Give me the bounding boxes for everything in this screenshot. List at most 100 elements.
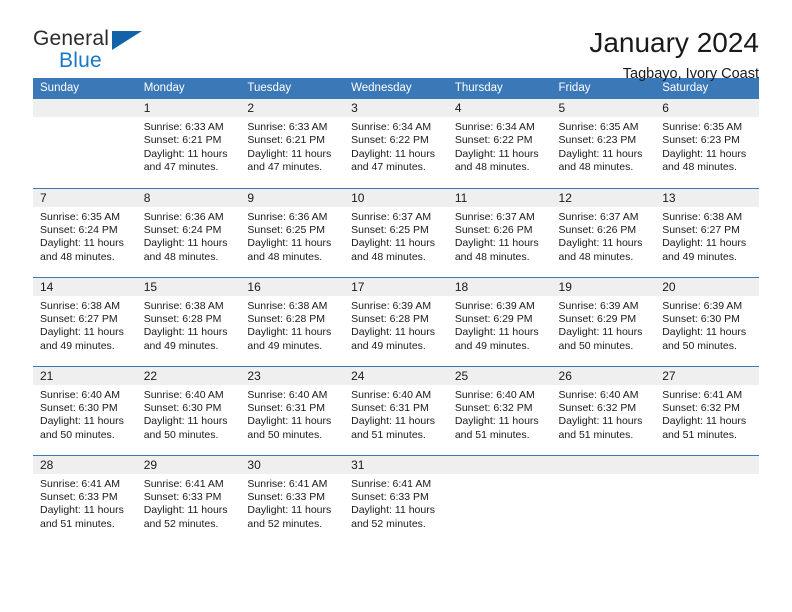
sunrise-text: Sunrise: 6:41 AM [351, 477, 432, 490]
sunrise-text: Sunrise: 6:35 AM [662, 121, 743, 133]
sunset-text: Sunset: 6:28 PM [247, 312, 326, 325]
calendar-cell-empty [551, 454, 656, 544]
calendar-day-cell[interactable]: 14 Sunrise: 6:38 AM Sunset: 6:27 PM Dayligh… [33, 276, 137, 366]
sunrise-text: Sunrise: 6:41 AM [247, 477, 328, 490]
daylight-text-line1: Daylight: 11 hours [40, 415, 124, 428]
weekday-header-sunday: Sunday [33, 78, 137, 99]
calendar-day-cell[interactable]: 31 Sunrise: 6:41 AM Sunset: 6:33 PM Dayligh… [344, 454, 448, 544]
calendar-day-cell[interactable]: 9 Sunrise: 6:36 AM Sunset: 6:25 PM Daylight… [240, 187, 345, 277]
calendar-day-cell[interactable]: 18 Sunrise: 6:39 AM Sunset: 6:29 PM Dayligh… [447, 276, 552, 366]
calendar-day-cell[interactable]: 22 Sunrise: 6:40 AM Sunset: 6:30 PM Dayligh… [136, 365, 241, 455]
daylight-text-line2: and 49 minutes. [247, 339, 323, 352]
daylight-text-line2: and 50 minutes. [662, 339, 737, 352]
sunset-text: Sunset: 6:24 PM [40, 223, 118, 236]
calendar-week-row: 28 Sunrise: 6:41 AM Sunset: 6:33 PM Dayligh… [33, 454, 759, 544]
page-title: January 2024 [589, 27, 759, 58]
day-details: Sunrise: 6:34 AM Sunset: 6:22 PM Daylight:… [448, 117, 552, 175]
sunrise-text: Sunrise: 6:40 AM [247, 388, 328, 401]
daylight-text-line2: and 49 minutes. [40, 339, 115, 352]
sunset-text: Sunset: 6:26 PM [558, 223, 637, 236]
daylight-text-line1: Daylight: 11 hours [351, 504, 435, 517]
calendar-day-cell[interactable]: 24 Sunrise: 6:40 AM Sunset: 6:31 PM Dayligh… [344, 365, 448, 455]
calendar-day-cell[interactable]: 30 Sunrise: 6:41 AM Sunset: 6:33 PM Dayligh… [240, 454, 345, 544]
daylight-text-line1: Daylight: 11 hours [247, 237, 332, 250]
calendar-day-cell[interactable]: 8 Sunrise: 6:36 AM Sunset: 6:24 PM Daylight… [136, 187, 241, 277]
calendar-day-cell[interactable]: 16 Sunrise: 6:38 AM Sunset: 6:28 PM Dayligh… [240, 276, 345, 366]
sunset-text: Sunset: 6:28 PM [143, 312, 222, 325]
calendar-day-cell[interactable]: 6 Sunrise: 6:35 AM Sunset: 6:23 PM Daylight… [655, 99, 759, 188]
calendar-day-cell[interactable]: 1 Sunrise: 6:33 AM Sunset: 6:21 PM Daylight… [136, 99, 241, 188]
calendar-day-cell[interactable]: 20 Sunrise: 6:39 AM Sunset: 6:30 PM Dayligh… [655, 276, 759, 366]
calendar-day-cell[interactable]: 12 Sunrise: 6:37 AM Sunset: 6:26 PM Dayligh… [551, 187, 656, 277]
sunrise-text: Sunrise: 6:40 AM [454, 388, 535, 401]
calendar-day-cell[interactable]: 17 Sunrise: 6:39 AM Sunset: 6:28 PM Dayligh… [344, 276, 448, 366]
day-number: 12 [551, 188, 656, 207]
sunrise-text: Sunrise: 6:41 AM [662, 388, 743, 401]
calendar-day-cell[interactable]: 15 Sunrise: 6:38 AM Sunset: 6:28 PM Dayligh… [136, 276, 241, 366]
calendar-day-cell[interactable]: 21 Sunrise: 6:40 AM Sunset: 6:30 PM Dayligh… [33, 365, 137, 455]
day-details: Sunrise: 6:38 AM Sunset: 6:28 PM Daylight:… [137, 296, 241, 354]
sunset-text: Sunset: 6:22 PM [351, 134, 429, 147]
calendar-day-cell[interactable]: 19 Sunrise: 6:39 AM Sunset: 6:29 PM Dayligh… [551, 276, 656, 366]
day-details: Sunrise: 6:38 AM Sunset: 6:27 PM Daylight:… [655, 207, 759, 265]
day-number: 19 [551, 277, 656, 296]
daylight-text-line1: Daylight: 11 hours [247, 415, 332, 428]
calendar-day-cell[interactable]: 25 Sunrise: 6:40 AM Sunset: 6:32 PM Dayligh… [447, 365, 552, 455]
sunset-text: Sunset: 6:28 PM [351, 312, 429, 325]
general-blue-logo[interactable]: General Blue [33, 28, 163, 78]
day-number [447, 455, 552, 474]
day-number: 6 [655, 99, 759, 117]
daylight-text-line2: and 49 minutes. [143, 339, 219, 352]
calendar-day-cell[interactable]: 11 Sunrise: 6:37 AM Sunset: 6:26 PM Dayligh… [447, 187, 552, 277]
calendar-day-cell[interactable]: 26 Sunrise: 6:40 AM Sunset: 6:32 PM Dayligh… [551, 365, 656, 455]
calendar-day-cell[interactable]: 13 Sunrise: 6:38 AM Sunset: 6:27 PM Dayligh… [655, 187, 759, 277]
sunset-text: Sunset: 6:23 PM [662, 134, 740, 147]
day-details: Sunrise: 6:41 AM Sunset: 6:33 PM Daylight:… [344, 474, 448, 532]
sunset-text: Sunset: 6:27 PM [40, 312, 118, 325]
day-details: Sunrise: 6:39 AM Sunset: 6:28 PM Daylight:… [344, 296, 448, 354]
day-number: 25 [447, 366, 552, 385]
calendar-day-cell[interactable]: 3 Sunrise: 6:34 AM Sunset: 6:22 PM Daylight… [344, 99, 448, 188]
calendar-day-cell[interactable]: 7 Sunrise: 6:35 AM Sunset: 6:24 PM Daylight… [33, 187, 137, 277]
calendar-cell-empty [33, 99, 137, 188]
calendar-day-cell[interactable]: 2 Sunrise: 6:33 AM Sunset: 6:21 PM Daylight… [240, 99, 345, 188]
calendar-day-cell[interactable]: 5 Sunrise: 6:35 AM Sunset: 6:23 PM Daylight… [551, 99, 656, 188]
weekday-header-thursday: Thursday [447, 78, 552, 99]
day-details: Sunrise: 6:40 AM Sunset: 6:30 PM Daylight:… [33, 385, 137, 443]
sunset-text: Sunset: 6:33 PM [351, 490, 429, 503]
sunrise-text: Sunrise: 6:35 AM [558, 121, 639, 133]
daylight-text-line2: and 51 minutes. [40, 517, 115, 530]
day-number: 15 [136, 277, 241, 296]
sunset-text: Sunset: 6:31 PM [351, 401, 429, 414]
sunrise-text: Sunrise: 6:38 AM [662, 210, 743, 223]
sunset-text: Sunset: 6:30 PM [143, 401, 222, 414]
sunset-text: Sunset: 6:27 PM [662, 223, 740, 236]
day-details: Sunrise: 6:40 AM Sunset: 6:31 PM Daylight:… [240, 385, 344, 443]
sunset-text: Sunset: 6:22 PM [454, 134, 533, 147]
sunset-text: Sunset: 6:33 PM [247, 490, 326, 503]
day-number: 16 [240, 277, 345, 296]
day-number [655, 455, 759, 474]
calendar-day-cell[interactable]: 29 Sunrise: 6:41 AM Sunset: 6:33 PM Dayligh… [136, 454, 241, 544]
sunrise-text: Sunrise: 6:38 AM [40, 299, 120, 312]
day-details: Sunrise: 6:37 AM Sunset: 6:26 PM Daylight:… [448, 207, 552, 265]
daylight-text-line2: and 47 minutes. [143, 161, 219, 174]
calendar-day-cell[interactable]: 4 Sunrise: 6:34 AM Sunset: 6:22 PM Daylight… [447, 99, 552, 188]
sunrise-text: Sunrise: 6:34 AM [454, 121, 535, 133]
daylight-text-line2: and 49 minutes. [351, 339, 426, 352]
daylight-text-line1: Daylight: 11 hours [454, 147, 539, 160]
daylight-text-line1: Daylight: 11 hours [143, 326, 228, 339]
sunset-text: Sunset: 6:29 PM [454, 312, 533, 325]
calendar-day-cell[interactable]: 27 Sunrise: 6:41 AM Sunset: 6:32 PM Dayligh… [655, 365, 759, 455]
logo-text-blue: Blue [59, 49, 102, 72]
day-details: Sunrise: 6:41 AM Sunset: 6:33 PM Daylight:… [33, 474, 137, 532]
sunrise-text: Sunrise: 6:37 AM [351, 210, 432, 223]
calendar-day-cell[interactable]: 10 Sunrise: 6:37 AM Sunset: 6:25 PM Dayligh… [344, 187, 448, 277]
sunset-text: Sunset: 6:30 PM [40, 401, 118, 414]
calendar-day-cell[interactable]: 28 Sunrise: 6:41 AM Sunset: 6:33 PM Dayligh… [33, 454, 137, 544]
daylight-text-line1: Daylight: 11 hours [454, 415, 539, 428]
calendar-day-cell[interactable]: 23 Sunrise: 6:40 AM Sunset: 6:31 PM Dayligh… [240, 365, 345, 455]
daylight-text-line2: and 48 minutes. [247, 250, 323, 263]
day-details: Sunrise: 6:40 AM Sunset: 6:32 PM Daylight:… [552, 385, 656, 443]
day-number: 28 [33, 455, 137, 474]
